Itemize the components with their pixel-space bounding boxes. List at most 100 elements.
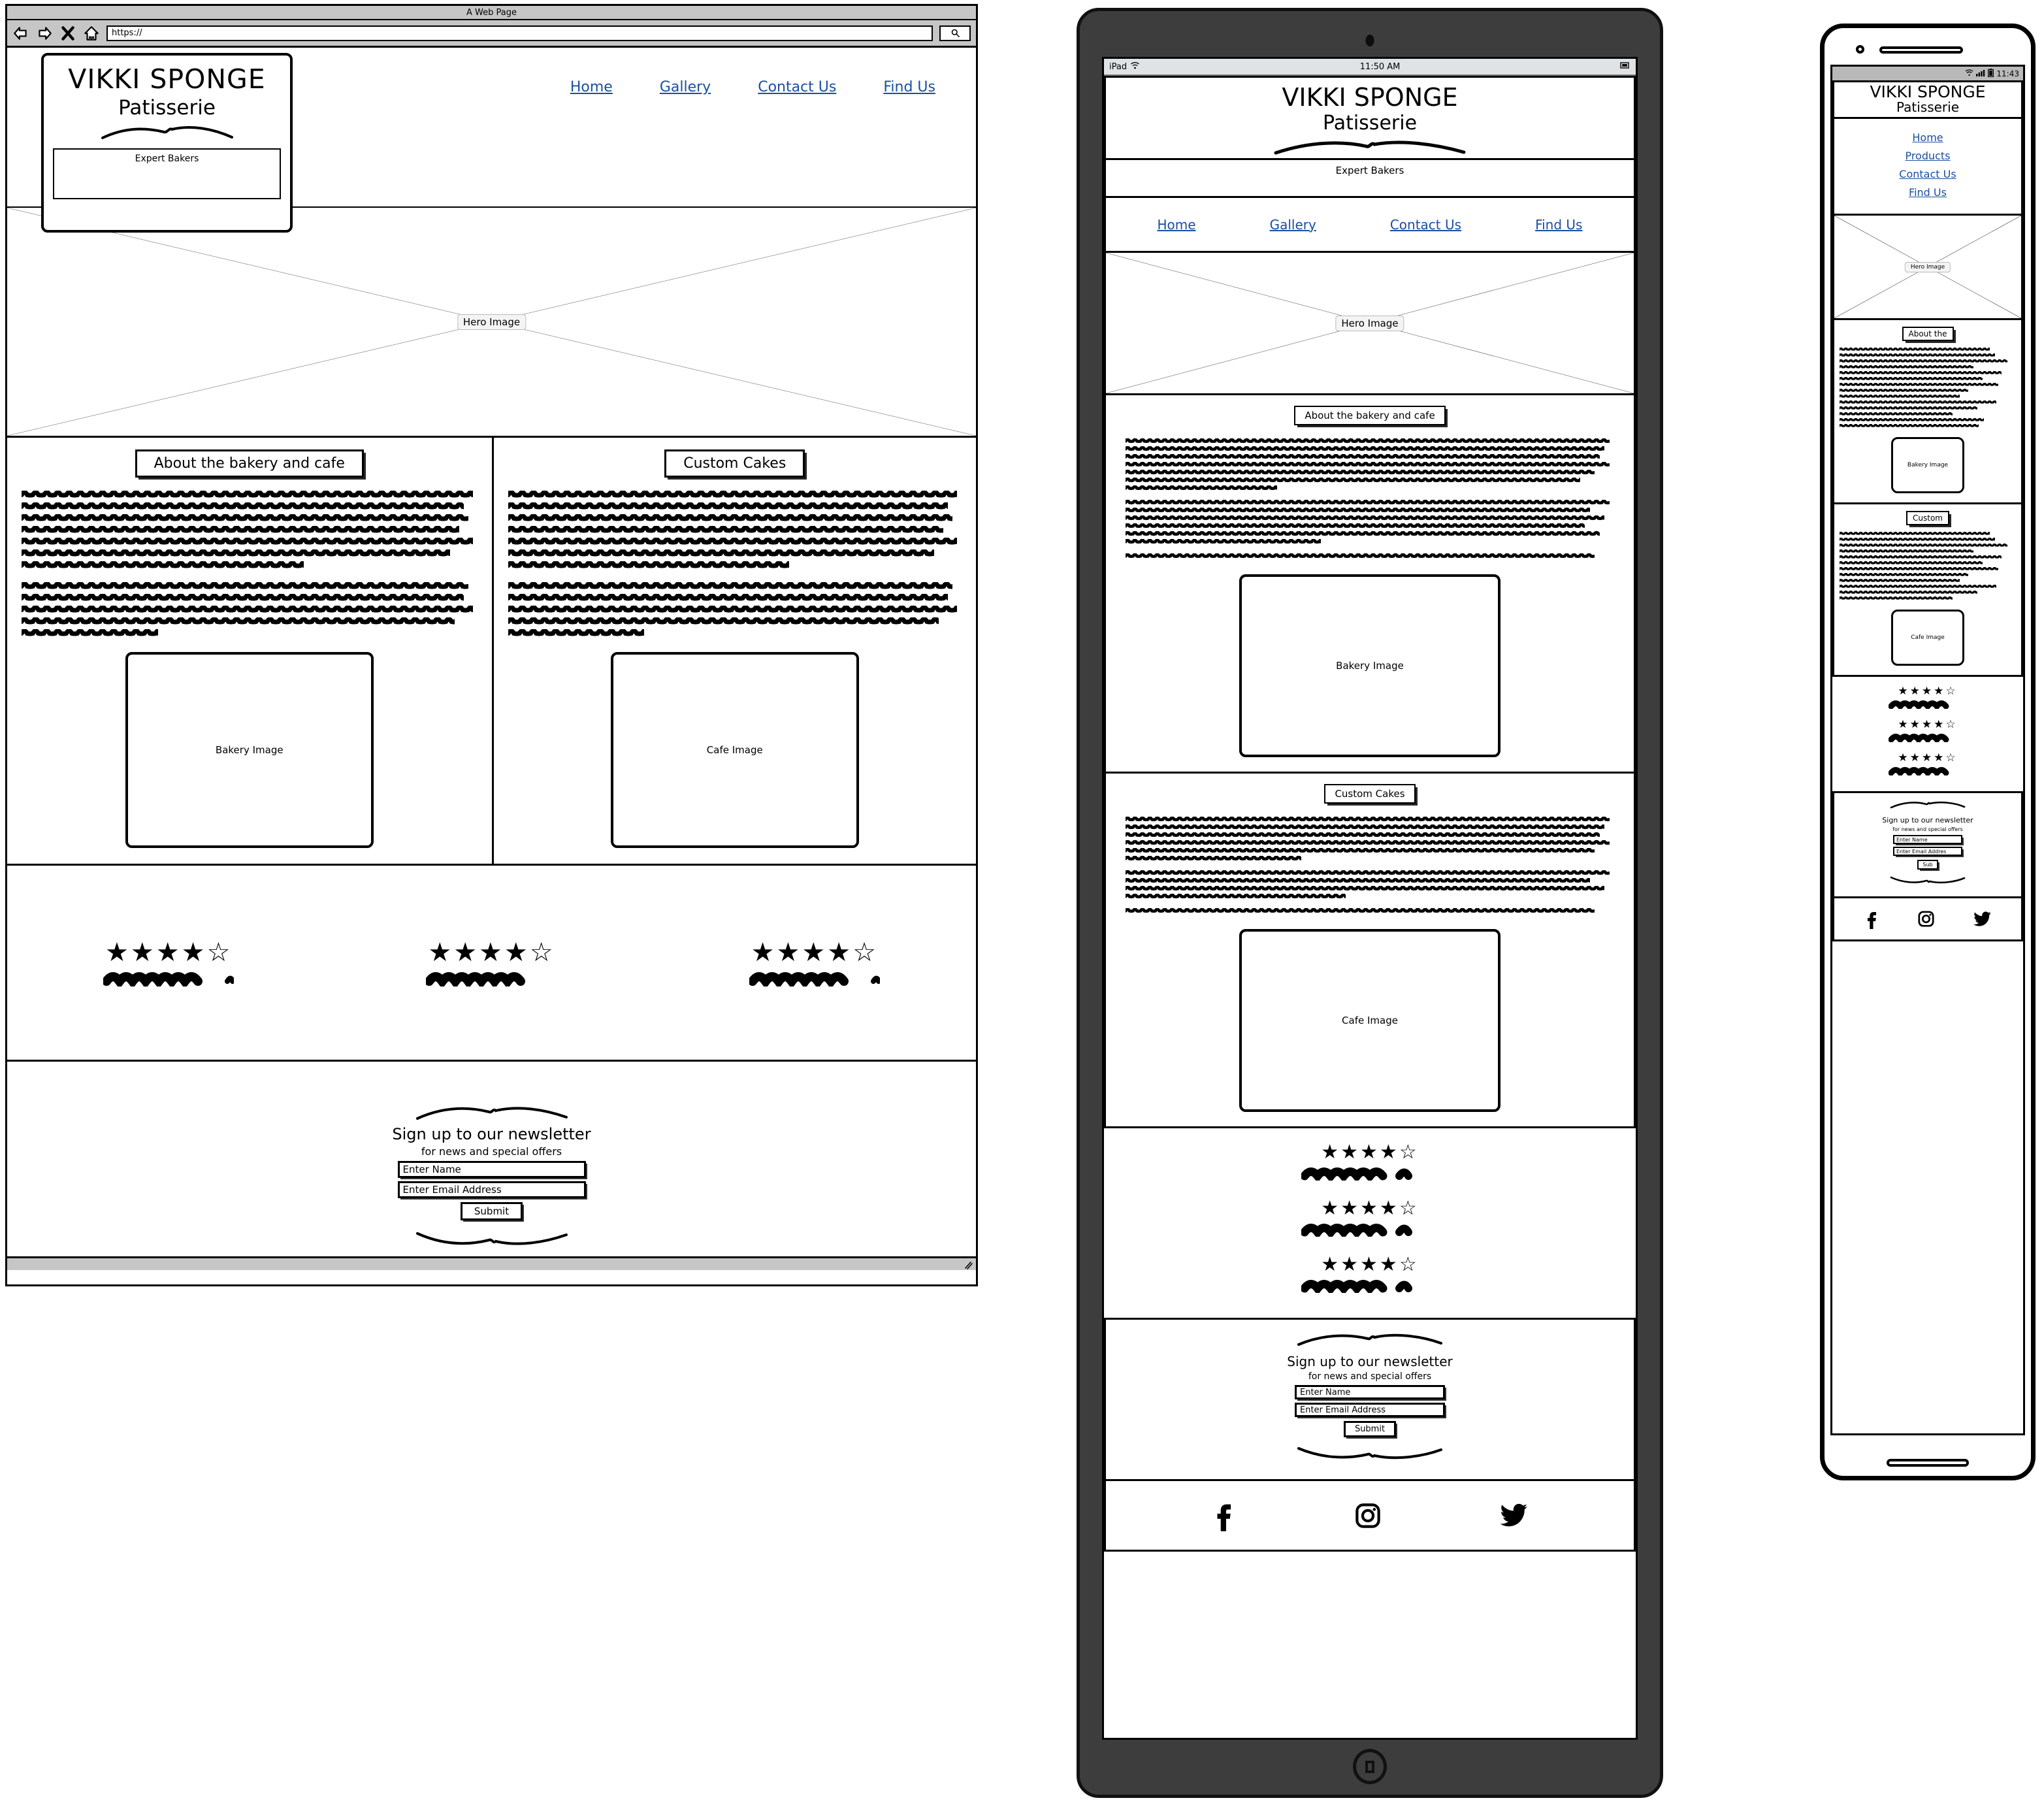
cafe-image-placeholder: Cafe Image <box>1891 610 1964 666</box>
back-arrow-icon[interactable] <box>12 25 29 42</box>
review-item: ★★★★☆ <box>1104 1143 1636 1181</box>
nav-link-find-us[interactable]: Find Us <box>883 79 935 95</box>
custom-cakes-body-text <box>1840 532 2016 600</box>
resize-handle-icon[interactable] <box>962 1260 973 1270</box>
battery-icon <box>1620 61 1630 72</box>
bakery-image-placeholder: Bakery Image <box>1891 437 1964 494</box>
custom-cakes-heading: Custom Cakes <box>664 449 805 478</box>
battery-icon <box>1988 68 1994 79</box>
brand-subtitle: Patisserie <box>1896 99 1960 116</box>
browser-toolbar: https:// <box>7 20 976 48</box>
ios-status-bar: iPad 11:50 AM <box>1104 59 1636 76</box>
nav-link-find-us[interactable]: Find Us <box>1535 217 1582 233</box>
about-heading: About the <box>1902 327 1954 342</box>
nav-link-home[interactable]: Home <box>1834 131 2021 144</box>
tablet-home-button[interactable] <box>1353 1749 1387 1784</box>
phone-speaker-icon <box>1879 46 1963 54</box>
nav-link-products[interactable]: Products <box>1834 150 2021 162</box>
review-item: ★★★★☆ <box>1832 753 2023 776</box>
hero-label: Hero Image <box>1335 315 1404 331</box>
close-icon[interactable] <box>59 25 76 42</box>
wifi-icon <box>1965 69 1973 78</box>
brand-name: VIKKI SPONGE <box>1870 82 1986 101</box>
star-rating-icon: ★★★★☆ <box>428 937 555 968</box>
search-icon[interactable] <box>939 25 971 41</box>
newsletter-name-placeholder: Enter Name <box>402 1163 461 1175</box>
review-text-scribble <box>426 971 526 987</box>
review-text-scribble <box>1889 700 1949 710</box>
newsletter-email-input[interactable]: Enter Email Address <box>1295 1403 1445 1417</box>
about-body-text <box>1840 348 2016 427</box>
custom-cakes-section: Custom Cakes Cafe Image <box>1104 774 1636 1128</box>
tablet-screen: iPad 11:50 AM VIKKI SPONGE Patisserie Ex… <box>1102 57 1638 1740</box>
home-icon[interactable] <box>83 25 100 42</box>
desktop-nav: Home Gallery Contact Us Find Us <box>303 48 976 126</box>
nav-link-gallery[interactable]: Gallery <box>1270 217 1316 233</box>
brand-logo-box: VIKKI SPONGE Patisserie Expert Bakers <box>41 53 293 233</box>
newsletter-email-input[interactable]: Enter Email Address <box>397 1181 586 1198</box>
facebook-icon[interactable] <box>1211 1500 1236 1531</box>
phone-screen: 11:43 VIKKI SPONGE Patisserie Home Produ… <box>1830 65 2025 1435</box>
custom-cakes-body-text <box>1126 817 1614 913</box>
phone-newsletter-section: Sign up to our newsletter for news and s… <box>1832 791 2023 899</box>
newsletter-name-input[interactable]: Enter Name <box>1295 1385 1445 1399</box>
brand-subtitle: Patisserie <box>118 96 216 120</box>
desktop-browser-window: A Web Page https:// VIKKI SPONGE Patisse… <box>5 4 978 1286</box>
nav-link-home[interactable]: Home <box>1158 217 1196 233</box>
newsletter-email-placeholder: Enter Email Address <box>402 1183 502 1196</box>
swash-divider-icon <box>1274 140 1466 155</box>
phone-home-indicator[interactable] <box>1887 1459 1969 1467</box>
tablet-reviews-section: ★★★★☆ ★★★★☆ ★★★★☆ <box>1104 1128 1636 1318</box>
tablet-brand-header: VIKKI SPONGE Patisserie <box>1104 76 1636 160</box>
custom-cakes-heading: Custom <box>1906 511 1949 526</box>
instagram-icon[interactable] <box>1917 910 1935 928</box>
newsletter-title: Sign up to our newsletter <box>392 1124 591 1143</box>
browser-window-title: A Web Page <box>466 7 517 18</box>
instagram-icon[interactable] <box>1354 1502 1382 1529</box>
about-body-text <box>1126 438 1614 559</box>
review-text-scribble <box>1889 734 1949 743</box>
twitter-icon[interactable] <box>1973 911 1992 928</box>
review-text-scribble <box>1301 1280 1412 1293</box>
newsletter-name-input[interactable]: Enter Name <box>397 1160 586 1178</box>
nav-link-contact-us[interactable]: Contact Us <box>1390 217 1461 233</box>
phone-brand-header: VIKKI SPONGE Patisserie <box>1832 80 2023 120</box>
wifi-icon <box>1130 61 1140 72</box>
facebook-icon[interactable] <box>1864 909 1879 929</box>
android-clock: 11:43 <box>1996 69 2019 78</box>
url-input[interactable]: https:// <box>106 25 933 41</box>
browser-title-bar: A Web Page <box>7 6 976 20</box>
swash-divider-icon <box>1890 876 1966 884</box>
cafe-image-placeholder: Cafe Image <box>610 652 859 848</box>
forward-arrow-icon[interactable] <box>36 25 53 42</box>
star-rating-icon: ★★★★☆ <box>1321 1141 1419 1164</box>
newsletter-name-placeholder: Enter Name <box>1896 836 1928 843</box>
newsletter-submit-button[interactable]: Sub <box>1917 860 1938 870</box>
tablet-tagline-box: Expert Bakers <box>1104 160 1636 198</box>
swash-divider-icon <box>415 1106 568 1120</box>
newsletter-submit-button[interactable]: Submit <box>460 1201 523 1220</box>
newsletter-name-input[interactable]: Enter Name <box>1893 835 1962 845</box>
twitter-icon[interactable] <box>1500 1503 1529 1529</box>
star-rating-icon: ★★★★☆ <box>105 937 233 968</box>
review-item: ★★★★☆ <box>1104 1255 1636 1293</box>
review-text-scribble <box>103 971 235 987</box>
tablet-device-frame: iPad 11:50 AM VIKKI SPONGE Patisserie Ex… <box>1077 8 1663 1798</box>
nav-link-gallery[interactable]: Gallery <box>660 79 711 95</box>
nav-link-contact-us[interactable]: Contact Us <box>758 79 836 95</box>
newsletter-email-input[interactable]: Enter Email Addres <box>1893 847 1962 857</box>
cafe-image-label: Cafe Image <box>706 744 763 756</box>
nav-link-home[interactable]: Home <box>570 79 613 95</box>
home-button-square-icon <box>1365 1760 1374 1773</box>
cafe-image-label: Cafe Image <box>1342 1015 1398 1026</box>
phone-social-footer <box>1832 898 2023 942</box>
about-body-text <box>22 491 478 636</box>
newsletter-submit-button[interactable]: Submit <box>1343 1421 1397 1437</box>
nav-link-contact-us[interactable]: Contact Us <box>1834 168 2021 180</box>
nav-link-find-us[interactable]: Find Us <box>1834 186 2021 199</box>
hero-image-placeholder: Hero Image <box>1104 253 1636 395</box>
review-item: ★★★★☆ <box>1832 719 2023 743</box>
android-status-bar: 11:43 <box>1832 67 2023 80</box>
about-heading: About the bakery and cafe <box>135 449 364 478</box>
swash-divider-icon <box>415 1232 568 1245</box>
